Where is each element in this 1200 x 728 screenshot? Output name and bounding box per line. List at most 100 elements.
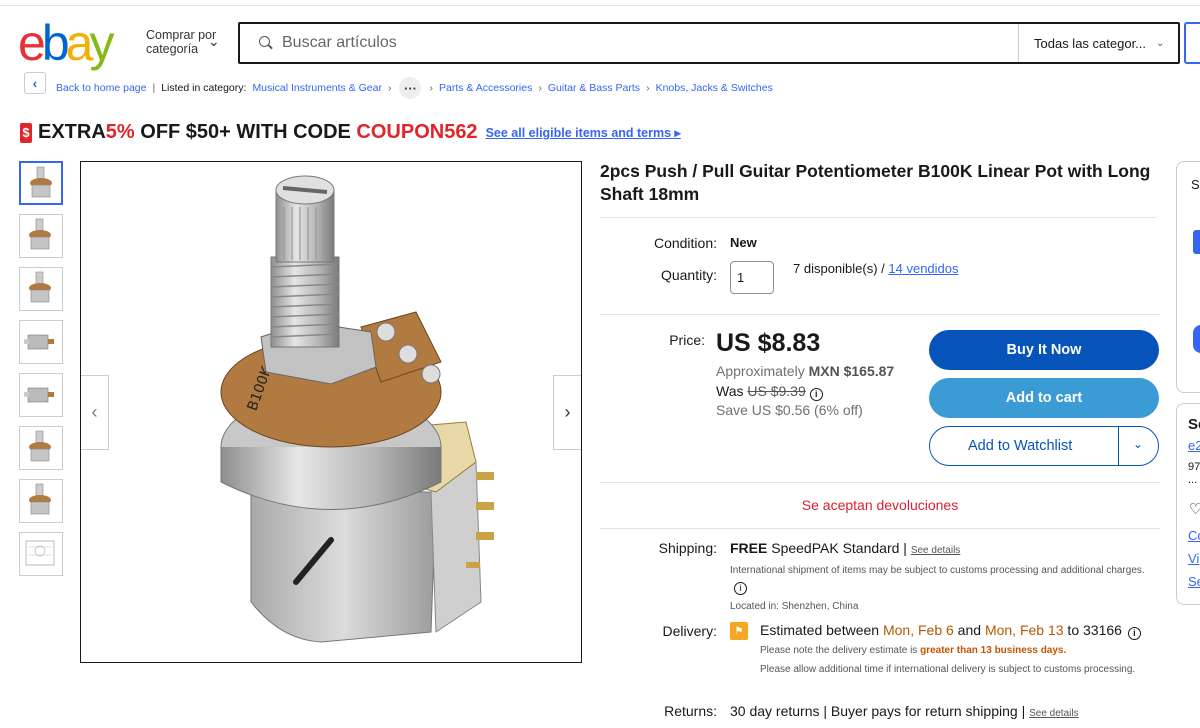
item-location: Located in: Shenzhen, China <box>730 601 859 612</box>
back-button[interactable]: ‹ <box>24 72 46 94</box>
approx-price: Approximately MXN $165.87 <box>716 363 894 379</box>
breadcrumb-item[interactable]: Musical Instruments & Gear <box>252 82 382 94</box>
breadcrumb: Back to home page | Listed in category: … <box>56 77 773 99</box>
info-icon[interactable]: i <box>1127 626 1141 640</box>
delivery-and: and <box>953 622 985 638</box>
delivery-note-2: Please allow additional time if internat… <box>760 664 1136 675</box>
flag-icon: ⚑ <box>730 622 748 640</box>
shipping-free: FREE <box>730 540 768 556</box>
watchlist-label: Add to Watchlist <box>968 438 1073 454</box>
search-icon <box>258 35 274 51</box>
condition-label: Condition: <box>653 235 717 251</box>
main-product-image[interactable]: B100K ‹ › <box>80 161 582 663</box>
thumbnail-image <box>29 483 51 515</box>
category-select-value: Todas las categor... <box>1034 35 1147 51</box>
see-other-items-link[interactable]: Se <box>1188 574 1200 589</box>
ebay-logo[interactable]: ebay <box>18 15 114 71</box>
divider <box>600 482 1160 483</box>
intl-shipping-note: International shipment of items may be s… <box>730 562 1150 596</box>
availability: 7 disponible(s) / 14 vendidos <box>793 261 959 276</box>
thumbnail[interactable] <box>19 214 63 258</box>
seller-feedback: 97 <box>1188 461 1200 473</box>
chevron-right-icon: › <box>387 82 392 94</box>
seller-panel <box>1176 161 1200 393</box>
delivery-estimate: Estimated between Mon, Feb 6 and Mon, Fe… <box>760 622 1141 640</box>
thumbnail[interactable] <box>19 479 63 523</box>
heart-icon[interactable]: ♡ <box>1189 500 1200 518</box>
price-label: Price: <box>669 332 705 348</box>
delivery-label: Delivery: <box>662 623 717 639</box>
more-categories-button[interactable]: ··· <box>399 77 422 99</box>
approx-value: MXN $165.87 <box>808 363 895 379</box>
thumbnail-image <box>30 166 52 198</box>
shield-icon <box>1193 230 1200 254</box>
thumbnail-image <box>29 218 51 250</box>
quantity-input[interactable]: 1 <box>730 261 774 294</box>
shop-by-category[interactable]: Comprar por categoría ⌄ <box>146 28 226 56</box>
chevron-down-icon: ⌄ <box>1156 37 1165 49</box>
available-count: 7 disponible(s) / <box>793 261 889 276</box>
delivery-note-1: Please note the delivery estimate is gre… <box>760 642 1066 659</box>
sold-count-link[interactable]: 14 vendidos <box>888 261 958 276</box>
was-label: Was <box>716 383 748 399</box>
seller-name-link[interactable]: e2 <box>1188 438 1200 453</box>
chevron-right-icon: › <box>646 82 650 94</box>
back-to-home-link[interactable]: Back to home page <box>56 82 146 94</box>
top-border <box>0 0 1200 6</box>
delivery-prefix: Estimated between <box>760 622 883 638</box>
panel-heading: S <box>1191 177 1200 192</box>
shipping-see-details-link[interactable]: See details <box>911 545 960 556</box>
was-price: Was US $9.39 i <box>716 383 823 401</box>
add-to-cart-button[interactable]: Add to cart <box>929 378 1159 418</box>
thumbnail-list <box>19 161 65 585</box>
logo-letter-e: e <box>18 15 46 71</box>
returns-see-details-link[interactable]: See details <box>1029 708 1078 719</box>
seller-heading: Se <box>1188 416 1200 433</box>
chevron-left-icon: ‹ <box>91 402 98 422</box>
approx-prefix: Approximately <box>716 363 809 379</box>
shipping-label: Shipping: <box>658 540 717 556</box>
search-button[interactable] <box>1184 22 1200 64</box>
promo-banner: $ EXTRA 5% OFF $50+ WITH CODE COUPON562 … <box>20 121 681 144</box>
breadcrumb-item[interactable]: Parts & Accessories <box>439 82 532 94</box>
info-icon[interactable]: i <box>809 387 823 401</box>
thumbnail-image <box>25 540 55 566</box>
product-title: 2pcs Push / Pull Guitar Potentiometer B1… <box>600 161 1151 204</box>
divider <box>600 217 1156 218</box>
breadcrumb-item[interactable]: Guitar & Bass Parts <box>548 82 640 94</box>
savings: Save US $0.56 (6% off) <box>716 402 863 418</box>
intl-note-text: International shipment of items may be s… <box>730 565 1145 576</box>
thumbnail[interactable] <box>19 426 63 470</box>
info-icon[interactable]: i <box>734 582 747 595</box>
returns-value: 30 day returns | Buyer pays for return s… <box>730 703 1079 719</box>
buy-it-now-button[interactable]: Buy It Now <box>929 330 1159 370</box>
shipping-value: FREE SpeedPAK Standard | See details <box>730 540 960 556</box>
logo-letter-a: a <box>65 15 94 71</box>
thumbnail-image <box>29 271 51 303</box>
delivery-zip: to 33166 <box>1063 622 1122 638</box>
category-select[interactable]: Todas las categor... ⌄ <box>1018 24 1178 62</box>
chevron-left-icon: ‹ <box>32 75 38 91</box>
promo-code: COUPON562 <box>356 121 478 143</box>
chevron-right-icon: › <box>564 402 571 422</box>
next-image-button[interactable]: › <box>553 375 581 450</box>
potentiometer-image: B100K <box>220 175 494 643</box>
contact-seller-link[interactable]: Co <box>1188 528 1200 543</box>
visit-store-link[interactable]: Vi <box>1188 551 1199 566</box>
previous-image-button[interactable]: ‹ <box>81 375 109 450</box>
search-input[interactable] <box>282 24 1018 62</box>
price-value: US $8.83 <box>716 329 821 357</box>
add-to-watchlist-button[interactable]: Add to Watchlist ⌄ <box>929 426 1159 466</box>
shipping-method: SpeedPAK Standard | <box>767 540 911 556</box>
thumbnail[interactable] <box>19 161 63 205</box>
thumbnail[interactable] <box>19 320 63 364</box>
thumbnail[interactable] <box>19 267 63 311</box>
thumbnail[interactable] <box>19 532 63 576</box>
shop-by-label: Comprar por categoría <box>146 28 217 56</box>
chevron-down-icon[interactable]: ⌄ <box>1133 437 1143 451</box>
promo-terms-link[interactable]: See all eligible items and terms ▸ <box>486 125 681 140</box>
breadcrumb-item[interactable]: Knobs, Jacks & Switches <box>656 82 773 94</box>
dollar-tag-icon: $ <box>20 122 32 143</box>
delivery-note-highlight: greater than 13 business days. <box>920 645 1067 656</box>
thumbnail[interactable] <box>19 373 63 417</box>
